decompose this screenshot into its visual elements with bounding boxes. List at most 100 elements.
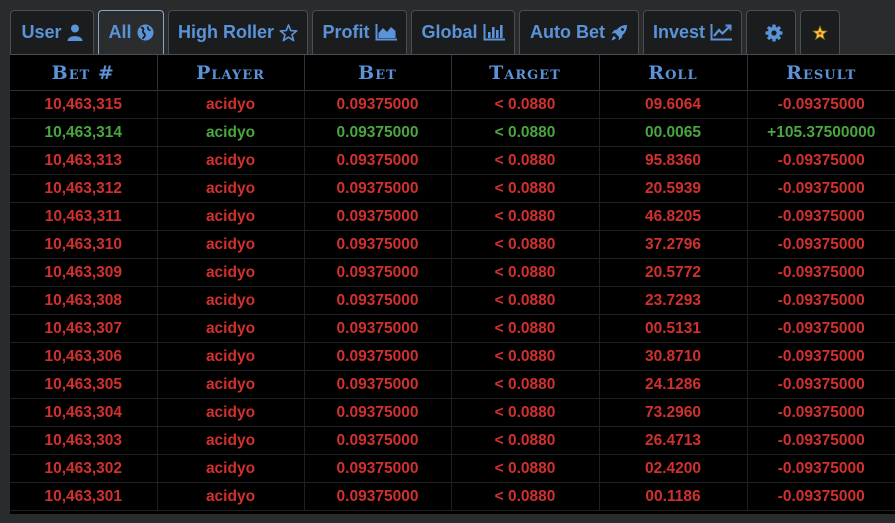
target-cell: < 0.0880 (451, 314, 600, 343)
roll-cell: 23.7293 (599, 286, 748, 315)
bets-table: Bet # Player Bet Target Roll Result 10,4… (10, 55, 895, 511)
player-cell[interactable]: acidyo (157, 398, 305, 427)
result-cell: -0.09375000 (747, 146, 895, 175)
bet-amount-cell: 0.09375000 (304, 286, 452, 315)
bet-id-cell[interactable]: 10,463,304 (10, 398, 158, 427)
player-cell[interactable]: acidyo (157, 174, 305, 203)
tab-label: All (108, 22, 132, 42)
player-cell[interactable]: acidyo (157, 454, 305, 483)
player-cell[interactable]: acidyo (157, 230, 305, 259)
target-cell: < 0.0880 (451, 202, 600, 231)
star-outline-icon (279, 23, 298, 42)
table-row[interactable]: 10,463,309 acidyo 0.09375000 < 0.0880 20.577… (10, 258, 895, 287)
result-cell: -0.09375000 (747, 426, 895, 455)
player-cell[interactable]: acidyo (157, 118, 305, 147)
column-header-bet[interactable]: Bet (304, 55, 452, 91)
tab-all[interactable]: All (98, 10, 164, 55)
bet-amount-cell: 0.09375000 (304, 118, 452, 147)
table-row[interactable]: 10,463,315 acidyo 0.09375000 < 0.0880 09.606… (10, 90, 895, 119)
player-cell[interactable]: acidyo (157, 370, 305, 399)
target-cell: < 0.0880 (451, 258, 600, 287)
bet-amount-cell: 0.09375000 (304, 230, 452, 259)
player-cell[interactable]: acidyo (157, 482, 305, 511)
tab-user[interactable]: User (10, 10, 94, 55)
column-header-result[interactable]: Result (747, 55, 895, 91)
bet-id-cell[interactable]: 10,463,309 (10, 258, 158, 287)
tab-invest[interactable]: Invest (643, 10, 742, 55)
bet-amount-cell: 0.09375000 (304, 314, 452, 343)
player-cell[interactable]: acidyo (157, 314, 305, 343)
bet-id-cell[interactable]: 10,463,303 (10, 426, 158, 455)
target-cell: < 0.0880 (451, 174, 600, 203)
bet-id-cell[interactable]: 10,463,310 (10, 230, 158, 259)
bet-id-cell[interactable]: 10,463,311 (10, 202, 158, 231)
player-cell[interactable]: acidyo (157, 90, 305, 119)
tab-high-roller[interactable]: High Roller (168, 10, 308, 55)
bet-id-cell[interactable]: 10,463,301 (10, 482, 158, 511)
table-row[interactable]: 10,463,312 acidyo 0.09375000 < 0.0880 20.593… (10, 174, 895, 203)
bet-id-cell[interactable]: 10,463,312 (10, 174, 158, 203)
table-row[interactable]: 10,463,305 acidyo 0.09375000 < 0.0880 24.128… (10, 370, 895, 399)
bar-chart-icon (483, 24, 505, 41)
player-cell[interactable]: acidyo (157, 426, 305, 455)
column-header-roll[interactable]: Roll (599, 55, 748, 91)
bet-amount-cell: 0.09375000 (304, 426, 452, 455)
tab-global[interactable]: Global (411, 10, 515, 55)
table-row[interactable]: 10,463,314 acidyo 0.09375000 < 0.0880 00.006… (10, 118, 895, 147)
player-cell[interactable]: acidyo (157, 258, 305, 287)
bet-id-cell[interactable]: 10,463,307 (10, 314, 158, 343)
bet-id-cell[interactable]: 10,463,308 (10, 286, 158, 315)
roll-cell: 00.5131 (599, 314, 748, 343)
bet-amount-cell: 0.09375000 (304, 146, 452, 175)
bet-id-cell[interactable]: 10,463,315 (10, 90, 158, 119)
table-row[interactable]: 10,463,301 acidyo 0.09375000 < 0.0880 00.118… (10, 482, 895, 511)
roll-cell: 09.6064 (599, 90, 748, 119)
bet-id-cell[interactable]: 10,463,306 (10, 342, 158, 371)
bet-id-cell[interactable]: 10,463,313 (10, 146, 158, 175)
player-cell[interactable]: acidyo (157, 342, 305, 371)
roll-cell: 37.2796 (599, 230, 748, 259)
target-cell: < 0.0880 (451, 230, 600, 259)
tab-label: Auto Bet (530, 22, 605, 42)
player-cell[interactable]: acidyo (157, 286, 305, 315)
tab-label: High Roller (178, 22, 275, 42)
result-cell: -0.09375000 (747, 454, 895, 483)
bet-id-cell[interactable]: 10,463,302 (10, 454, 158, 483)
table-row[interactable]: 10,463,308 acidyo 0.09375000 < 0.0880 23.729… (10, 286, 895, 315)
roll-cell: 30.8710 (599, 342, 748, 371)
roll-cell: 73.2960 (599, 398, 748, 427)
column-header-bet-id[interactable]: Bet # (10, 55, 158, 91)
target-cell: < 0.0880 (451, 286, 600, 315)
table-row[interactable]: 10,463,303 acidyo 0.09375000 < 0.0880 26.471… (10, 426, 895, 455)
roll-cell: 95.8360 (599, 146, 748, 175)
player-cell[interactable]: acidyo (157, 202, 305, 231)
gear-icon (765, 24, 783, 42)
bet-amount-cell: 0.09375000 (304, 174, 452, 203)
table-row[interactable]: 10,463,304 acidyo 0.09375000 < 0.0880 73.296… (10, 398, 895, 427)
table-row[interactable]: 10,463,311 acidyo 0.09375000 < 0.0880 46.820… (10, 202, 895, 231)
tab-star-badge[interactable] (800, 10, 840, 55)
bet-amount-cell: 0.09375000 (304, 258, 452, 287)
bet-id-cell[interactable]: 10,463,314 (10, 118, 158, 147)
result-cell: -0.09375000 (747, 286, 895, 315)
line-chart-icon (710, 24, 733, 41)
rocket-icon (610, 24, 628, 42)
tab-auto-bet[interactable]: Auto Bet (519, 10, 639, 55)
target-cell: < 0.0880 (451, 342, 600, 371)
table-row[interactable]: 10,463,313 acidyo 0.09375000 < 0.0880 95.836… (10, 146, 895, 175)
result-cell: -0.09375000 (747, 314, 895, 343)
area-chart-icon (375, 24, 397, 41)
column-header-target[interactable]: Target (451, 55, 600, 91)
column-header-player[interactable]: Player (157, 55, 305, 91)
table-row[interactable]: 10,463,310 acidyo 0.09375000 < 0.0880 37.279… (10, 230, 895, 259)
bet-id-cell[interactable]: 10,463,305 (10, 370, 158, 399)
table-row[interactable]: 10,463,302 acidyo 0.09375000 < 0.0880 02.420… (10, 454, 895, 483)
table-row[interactable]: 10,463,307 acidyo 0.09375000 < 0.0880 00.513… (10, 314, 895, 343)
target-cell: < 0.0880 (451, 454, 600, 483)
tab-profit[interactable]: Profit (312, 10, 407, 55)
tab-settings[interactable] (746, 10, 796, 55)
table-row[interactable]: 10,463,306 acidyo 0.09375000 < 0.0880 30.871… (10, 342, 895, 371)
player-cell[interactable]: acidyo (157, 146, 305, 175)
roll-cell: 02.4200 (599, 454, 748, 483)
bets-tab-bar: User All High Roller Profit Global Auto … (10, 10, 840, 55)
